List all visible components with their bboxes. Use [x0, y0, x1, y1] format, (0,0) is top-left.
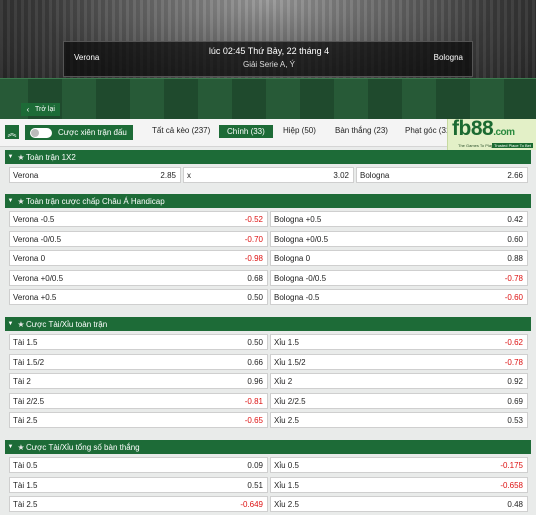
odds-cell[interactable]: Bologna +0.5 0.42	[270, 211, 528, 227]
odds-cell[interactable]: Xỉu 1.5 -0.658	[270, 476, 528, 493]
odds-cell[interactable]: Bologna 2.66	[356, 167, 528, 183]
odds-cell[interactable]: Verona 0 -0.98	[9, 250, 268, 266]
odds-cell[interactable]: Xỉu 2 0.92	[270, 373, 528, 389]
section-title: Toàn trận cược chấp Châu Á Handicap	[26, 196, 165, 206]
odds-value: -0.649	[240, 500, 263, 509]
section-header-over-under[interactable]: ▼ ★ Cược Tài/Xỉu toàn trận	[5, 317, 531, 331]
odds-cell[interactable]: Xỉu 2.5 0.48	[270, 496, 528, 512]
odds-value: -0.78	[504, 273, 523, 283]
odds-value: 0.50	[247, 293, 263, 302]
match-header: Verona lúc 02:45 Thứ Bảy, 22 tháng 4 Giả…	[63, 41, 473, 77]
odds-value: -0.78	[504, 357, 523, 367]
combo-bet-toggle[interactable]: Cược xiên trận đấu	[25, 125, 133, 140]
odds-value: 0.66	[247, 357, 263, 367]
chevrons-up-icon: ︽	[7, 127, 17, 138]
tab-half[interactable]: Hiệp (50)	[283, 126, 316, 135]
tab-all[interactable]: Tất cả kèo (237)	[152, 126, 210, 135]
star-icon[interactable]: ★	[16, 153, 26, 162]
odds-value: -0.658	[500, 480, 523, 490]
section-title: Toàn trận 1X2	[26, 152, 76, 162]
odds-cell[interactable]: Bologna 0 0.88	[270, 250, 528, 266]
odds-cell[interactable]: Xỉu 0.5 -0.175	[270, 457, 528, 473]
section-header-handicap[interactable]: ▼ ★ Toàn trận cược chấp Châu Á Handicap	[5, 194, 531, 208]
away-team: Bologna	[433, 53, 463, 62]
match-league: Giải Serie A, Ý	[242, 60, 296, 69]
odds-cell[interactable]: Xỉu 2/2.5 0.69	[270, 392, 528, 409]
odds-cell[interactable]: Xỉu 2.5 0.53	[270, 412, 528, 428]
back-label: Trở lại	[35, 106, 55, 113]
odds-value: 0.50	[247, 338, 263, 347]
odds-value: 0.42	[507, 215, 523, 224]
odds-cell[interactable]: Tài 2.5 -0.649	[9, 496, 268, 512]
odds-cell[interactable]: Bologna -0.5 -0.60	[270, 289, 528, 305]
odds-cell[interactable]: Verona -0.5 -0.52	[9, 211, 268, 227]
collapse-icon: ▼	[7, 198, 14, 204]
odds-cell[interactable]: x 3.02	[183, 167, 354, 183]
odds-value: -0.60	[504, 293, 523, 302]
odds-value: 0.60	[507, 234, 523, 244]
odds-cell[interactable]: Verona +0/0.5 0.68	[9, 269, 268, 286]
odds-value: -0.81	[244, 396, 263, 406]
collapse-all-button[interactable]: ︽	[5, 125, 19, 139]
odds-cell[interactable]: Tài 2/2.5 -0.81	[9, 392, 268, 409]
odds-cell[interactable]: Tài 2.5 -0.65	[9, 412, 268, 428]
odds-value: 0.09	[247, 461, 263, 470]
tab-corners[interactable]: Phạt góc (31	[405, 126, 450, 135]
odds-cell[interactable]: Bologna +0/0.5 0.60	[270, 230, 528, 247]
collapse-icon: ▼	[7, 154, 14, 160]
odds-value: -0.175	[500, 461, 523, 470]
match-time: lúc 02:45 Thứ Bảy, 22 tháng 4	[208, 46, 330, 56]
odds-cell[interactable]: Xỉu 1.5 -0.62	[270, 334, 528, 350]
star-icon[interactable]: ★	[16, 197, 26, 206]
star-icon[interactable]: ★	[16, 443, 26, 452]
pitch	[0, 78, 536, 119]
odds-value: 2.85	[160, 171, 176, 180]
match-banner: Verona lúc 02:45 Thứ Bảy, 22 tháng 4 Giả…	[0, 0, 536, 119]
star-icon[interactable]: ★	[16, 320, 26, 329]
section-title: Cược Tài/Xỉu tổng số bàn thắng	[26, 442, 140, 452]
odds-cell[interactable]: Tài 2 0.96	[9, 373, 268, 389]
collapse-icon: ▼	[7, 321, 14, 327]
chevron-left-icon: ‹	[26, 105, 30, 114]
odds-value: 0.88	[507, 254, 523, 263]
odds-cell[interactable]: Verona -0/0.5 -0.70	[9, 230, 268, 247]
odds-value: 0.48	[507, 500, 523, 509]
odds-cell[interactable]: Verona 2.85	[9, 167, 181, 183]
section-header-total-goals[interactable]: ▼ ★ Cược Tài/Xỉu tổng số bàn thắng	[5, 440, 531, 454]
odds-value: 0.51	[247, 480, 263, 490]
collapse-icon: ▼	[7, 444, 14, 450]
odds-value: 0.69	[507, 396, 523, 406]
tab-main[interactable]: Chính (33)	[219, 125, 273, 138]
odds-value: -0.52	[244, 215, 263, 224]
odds-value: -0.65	[244, 416, 263, 425]
odds-cell[interactable]: Xỉu 1.5/2 -0.78	[270, 353, 528, 370]
back-button[interactable]: ‹ Trở lại	[21, 103, 60, 116]
toggle-switch[interactable]	[30, 127, 52, 138]
odds-value: 0.92	[507, 377, 523, 386]
odds-value: -0.62	[504, 338, 523, 347]
section-header-1x2[interactable]: ▼ ★ Toàn trận 1X2	[5, 150, 531, 164]
section-title: Cược Tài/Xỉu toàn trận	[26, 319, 108, 329]
odds-value: 0.53	[507, 416, 523, 425]
combo-bet-label: Cược xiên trận đấu	[58, 128, 127, 137]
home-team: Verona	[74, 53, 100, 62]
odds-cell[interactable]: Tài 1.5 0.50	[9, 334, 268, 350]
odds-value: -0.98	[244, 254, 263, 263]
odds-value: 0.68	[247, 273, 263, 283]
odds-cell[interactable]: Tài 0.5 0.09	[9, 457, 268, 473]
odds-cell[interactable]: Verona +0.5 0.50	[9, 289, 268, 305]
odds-value: -0.70	[244, 234, 263, 244]
odds-value: 3.02	[333, 171, 349, 180]
odds-cell[interactable]: Bologna -0/0.5 -0.78	[270, 269, 528, 286]
odds-cell[interactable]: Tài 1.5/2 0.66	[9, 353, 268, 370]
odds-cell[interactable]: Tài 1.5 0.51	[9, 476, 268, 493]
odds-value: 2.66	[507, 171, 523, 180]
odds-value: 0.96	[247, 377, 263, 386]
tab-goals[interactable]: Bàn thắng (23)	[335, 126, 388, 135]
fb88-logo: fb88.com The Games To Play Trusted Place…	[447, 117, 536, 150]
